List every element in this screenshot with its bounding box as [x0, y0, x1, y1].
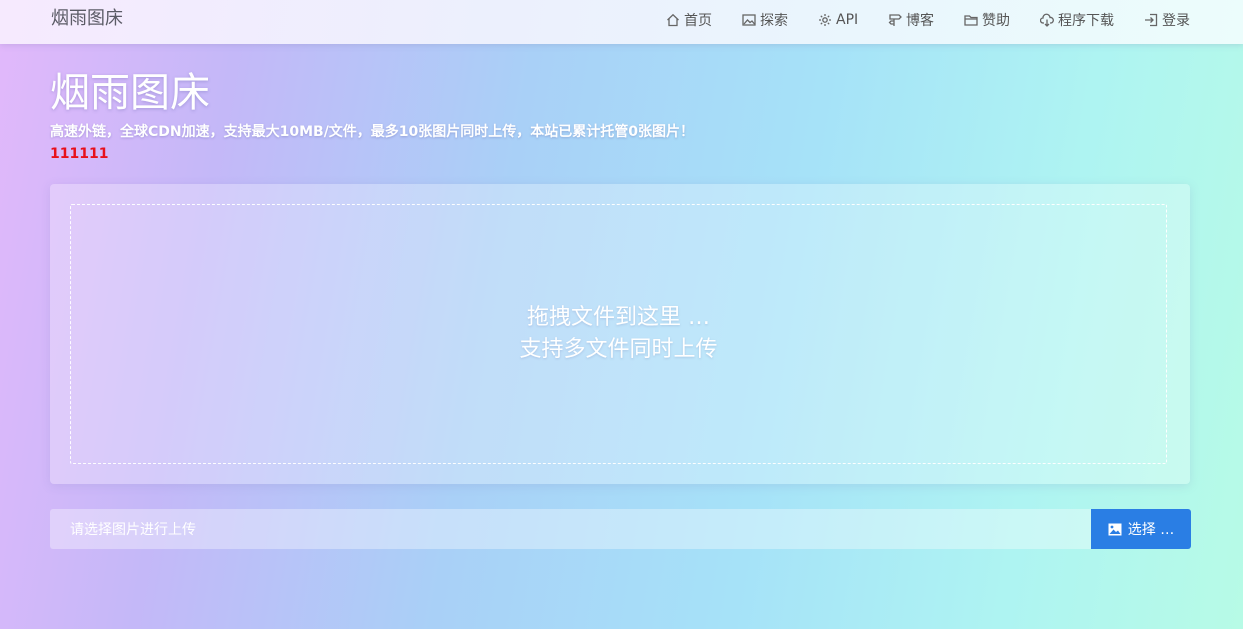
nav-sponsor[interactable]: 赞助 — [964, 10, 1010, 30]
file-drop-zone[interactable]: 拖拽文件到这里 … 支持多文件同时上传 — [70, 204, 1167, 464]
drop-zone-title: 拖拽文件到这里 … — [527, 305, 710, 330]
select-files-label: 选择 … — [1127, 522, 1175, 538]
nav-home-label: 首页 — [684, 13, 712, 29]
top-navbar: 烟雨图床 首页 探索 API 博客 赞助 程序下载 登录 — [0, 0, 1243, 44]
page-subtitle: 高速外链，全球CDN加速，支持最大10MB/文件，最多10张图片同时上传，本站已… — [50, 124, 695, 140]
page-title: 烟雨图床 — [50, 70, 210, 116]
nav-download[interactable]: 程序下载 — [1040, 10, 1114, 30]
image-icon — [742, 14, 756, 26]
select-files-button[interactable]: 选择 … — [1091, 509, 1191, 549]
drop-zone-hint: 支持多文件同时上传 — [519, 337, 718, 362]
brand-logo-text[interactable]: 烟雨图床 — [51, 8, 123, 30]
login-icon — [1145, 13, 1158, 27]
nav-explore[interactable]: 探索 — [742, 10, 788, 30]
notice-text: 111111 — [50, 146, 109, 162]
folder-icon — [964, 15, 978, 26]
gear-icon — [819, 14, 831, 26]
nav-blog[interactable]: 博客 — [888, 10, 934, 30]
nav-blog-label: 博客 — [906, 13, 934, 29]
nav-api-label: API — [836, 12, 859, 28]
cloud-download-icon — [1040, 13, 1054, 27]
nav-api[interactable]: API — [818, 10, 858, 30]
nav-login[interactable]: 登录 — [1144, 10, 1190, 30]
file-caption-input[interactable]: 请选择图片进行上传 — [50, 509, 1092, 549]
nav-explore-label: 探索 — [760, 13, 788, 29]
nav-login-label: 登录 — [1162, 13, 1190, 29]
nav-sponsor-label: 赞助 — [982, 13, 1010, 29]
image-icon — [1108, 523, 1122, 535]
upload-panel: 拖拽文件到这里 … 支持多文件同时上传 — [50, 184, 1190, 484]
nav-home[interactable]: 首页 — [666, 10, 712, 30]
home-icon — [667, 13, 679, 27]
signpost-icon — [888, 14, 902, 26]
nav-download-label: 程序下载 — [1058, 13, 1114, 29]
